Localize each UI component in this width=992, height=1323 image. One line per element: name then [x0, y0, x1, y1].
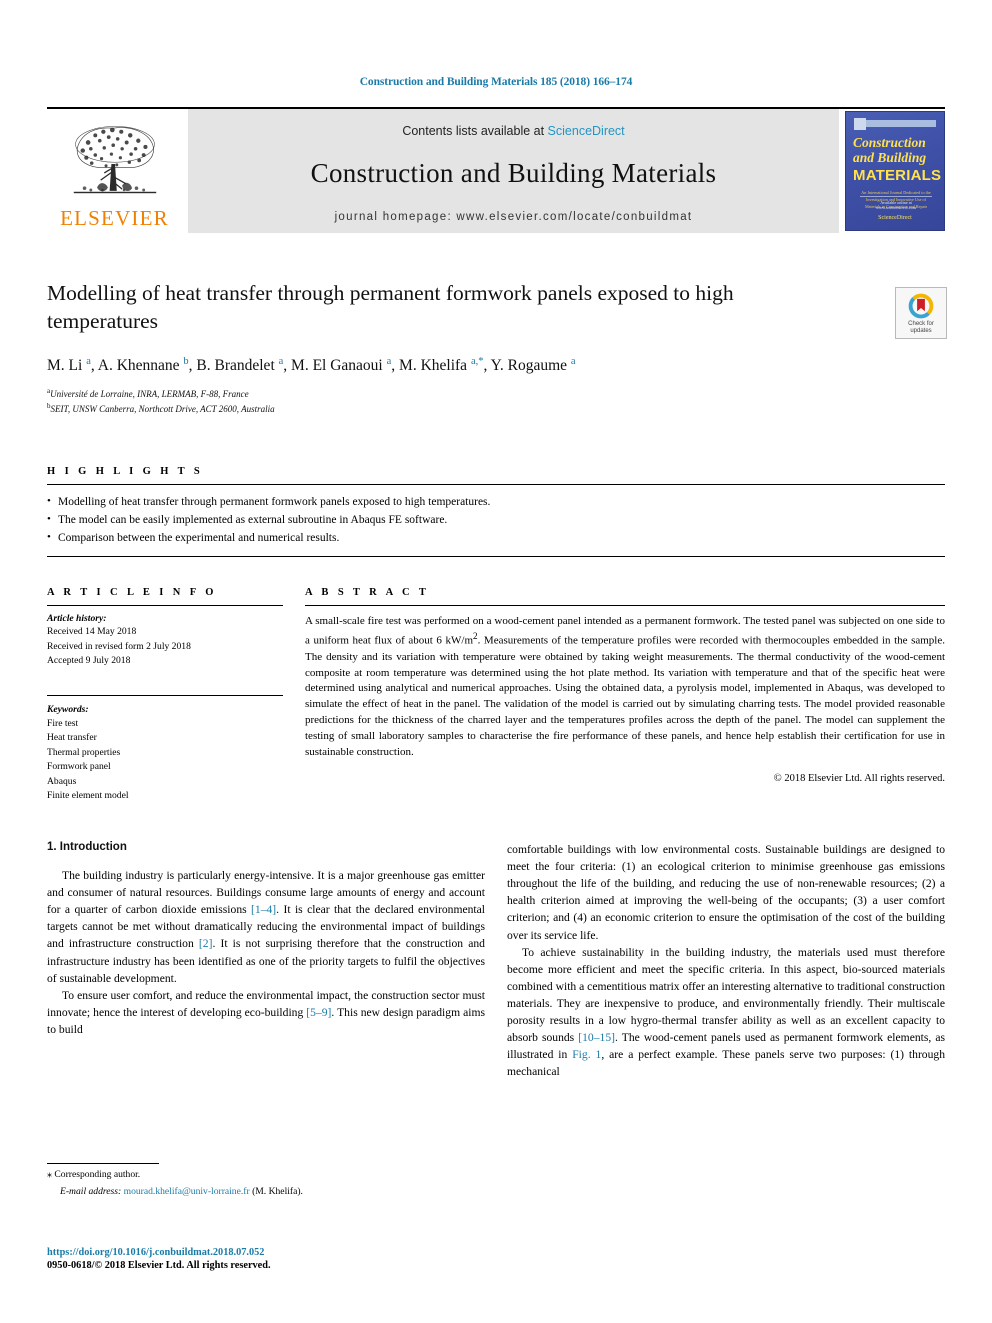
paper-page: Construction and Building Materials 185 …	[0, 0, 992, 1323]
article-info-heading: A R T I C L E I N F O	[47, 587, 217, 599]
crossmark-badge[interactable]: Check for updates	[895, 287, 947, 339]
highlights-section: H I G H L I G H T S Modelling of heat tr…	[47, 466, 945, 558]
crossmark-label: Check for updates	[908, 321, 934, 335]
paragraph: The building industry is particularly en…	[47, 867, 485, 986]
title-block: Modelling of heat transfer through perma…	[47, 279, 947, 416]
doi-link[interactable]: https://doi.org/10.1016/j.conbuildmat.20…	[47, 1247, 477, 1258]
running-head: Construction and Building Materials 185 …	[359, 76, 633, 88]
sciencedirect-link[interactable]: ScienceDirect	[548, 124, 625, 138]
list-item: Heat transfer	[47, 732, 97, 744]
list-item: Abaqus	[47, 775, 77, 787]
cover-title-line2: and Building	[853, 150, 927, 165]
cover-footer: Available online at www.sciencedirect.co…	[860, 196, 932, 210]
article-history-accepted: Accepted 9 July 2018	[47, 655, 131, 667]
cover-title-line3: MATERIALS	[853, 167, 942, 184]
section-heading-introduction: 1. Introduction	[47, 841, 127, 854]
paragraph-text: To achieve sustainability in the buildin…	[507, 945, 945, 1044]
list-item: Thermal properties	[47, 746, 121, 758]
journal-homepage-link[interactable]: journal homepage: www.elsevier.com/locat…	[335, 211, 693, 223]
info-abstract-row: A R T I C L E I N F O Article history: R…	[47, 587, 945, 803]
contents-prefix: Contents lists available at	[402, 123, 548, 138]
affiliation-list: aUniversité de Lorraine, INRA, LERMAB, F…	[47, 386, 945, 416]
list-item: Comparison between the experimental and …	[47, 529, 945, 548]
article-history-received: Received 14 May 2018	[47, 626, 137, 638]
elsevier-wordmark: ELSEVIER	[60, 206, 169, 230]
keywords-list: Keywords: Fire test Heat transfer Therma…	[47, 696, 283, 804]
list-item: Modelling of heat transfer through perma…	[47, 493, 945, 512]
email-suffix: (M. Khelifa).	[252, 1186, 303, 1198]
citation-link[interactable]: [5–9]	[306, 1006, 331, 1019]
figure-link[interactable]: Fig. 1	[572, 1048, 601, 1061]
affiliation-b: bSEIT, UNSW Canberra, Northcott Drive, A…	[47, 401, 945, 416]
crossmark-label-line1: Check for	[908, 321, 934, 328]
journal-masthead: ELSEVIER Contents lists available at Sci…	[47, 107, 945, 233]
cover-footer-brand: ScienceDirect	[878, 215, 912, 221]
author-list: M. Li a, A. Khennane b, B. Brandelet a, …	[47, 355, 576, 374]
abstract-column: A B S T R A C T A small-scale fire test …	[305, 587, 945, 803]
article-history-block: Article history: Received 14 May 2018 Re…	[47, 606, 283, 668]
crossmark-icon	[908, 293, 934, 319]
page-title: Modelling of heat transfer through perma…	[47, 281, 734, 334]
journal-title: Construction and Building Materials	[310, 157, 717, 188]
abstract-copyright: © 2018 Elsevier Ltd. All rights reserved…	[773, 772, 945, 784]
article-history-title: Article history:	[47, 613, 107, 625]
doi-block: https://doi.org/10.1016/j.conbuildmat.20…	[47, 1247, 477, 1271]
email-label: E-mail address:	[60, 1186, 122, 1198]
affiliation-text-a: Université de Lorraine, INRA, LERMAB, F-…	[50, 388, 249, 399]
article-info-column: A R T I C L E I N F O Article history: R…	[47, 587, 283, 803]
citation-link[interactable]: [2]	[199, 937, 213, 950]
elsevier-logo: ELSEVIER	[47, 109, 182, 233]
elsevier-tree-icon	[73, 126, 156, 194]
highlights-heading: H I G H L I G H T S	[47, 466, 204, 477]
crossmark-label-line2: updates	[910, 328, 932, 334]
citation-link[interactable]: [1–4]	[251, 903, 276, 916]
corresponding-author-note: ⁎ Corresponding author.	[47, 1164, 477, 1182]
issn-copyright-line: 0950-0618/© 2018 Elsevier Ltd. All right…	[47, 1260, 271, 1271]
list-item: Fire test	[47, 718, 79, 729]
paragraph: comfortable buildings with low environme…	[507, 843, 945, 942]
affiliation-text-b: SEIT, UNSW Canberra, Northcott Drive, AC…	[50, 403, 275, 414]
body-column-left: 1. Introduction The building industry is…	[47, 841, 485, 1079]
body-column-right: comfortable buildings with low environme…	[507, 841, 945, 1079]
citation-link[interactable]: [10–15]	[578, 1031, 615, 1044]
list-item: Finite element model	[47, 789, 129, 801]
highlights-list: Modelling of heat transfer through perma…	[47, 485, 945, 556]
footnote-block: ⁎ Corresponding author. E-mail address: …	[47, 1163, 477, 1200]
paragraph: To ensure user comfort, and reduce the e…	[47, 987, 485, 1038]
body-columns: 1. Introduction The building industry is…	[47, 841, 945, 1079]
keywords-title: Keywords:	[47, 703, 89, 715]
keywords-block: Keywords: Fire test Heat transfer Therma…	[47, 696, 283, 804]
paragraph: To achieve sustainability in the buildin…	[507, 944, 945, 1080]
journal-cover-image: Construction and Building MATERIALS An I…	[845, 111, 945, 233]
affiliation-a: aUniversité de Lorraine, INRA, LERMAB, F…	[47, 386, 945, 401]
abstract-text: A small-scale fire test was performed on…	[305, 606, 945, 760]
email-link[interactable]: mourad.khelifa@univ-lorraine.fr	[124, 1186, 250, 1197]
cover-title-line1: Construction	[853, 135, 926, 150]
corresponding-author-mark: ⁎	[47, 1169, 52, 1180]
abstract-heading: A B S T R A C T	[305, 587, 430, 599]
email-note: E-mail address: mourad.khelifa@univ-lorr…	[47, 1182, 477, 1199]
corresponding-author-text: Corresponding author.	[54, 1169, 141, 1180]
article-history-revised: Received in revised form 2 July 2018	[47, 640, 191, 652]
list-item: Formwork panel	[47, 761, 111, 773]
journal-band: Contents lists available at ScienceDirec…	[188, 109, 839, 233]
list-item: The model can be easily implemented as e…	[47, 511, 945, 530]
abstract-text-part2: . Measurements of the temperature profil…	[305, 634, 945, 758]
contents-available-line: Contents lists available at ScienceDirec…	[402, 124, 624, 138]
